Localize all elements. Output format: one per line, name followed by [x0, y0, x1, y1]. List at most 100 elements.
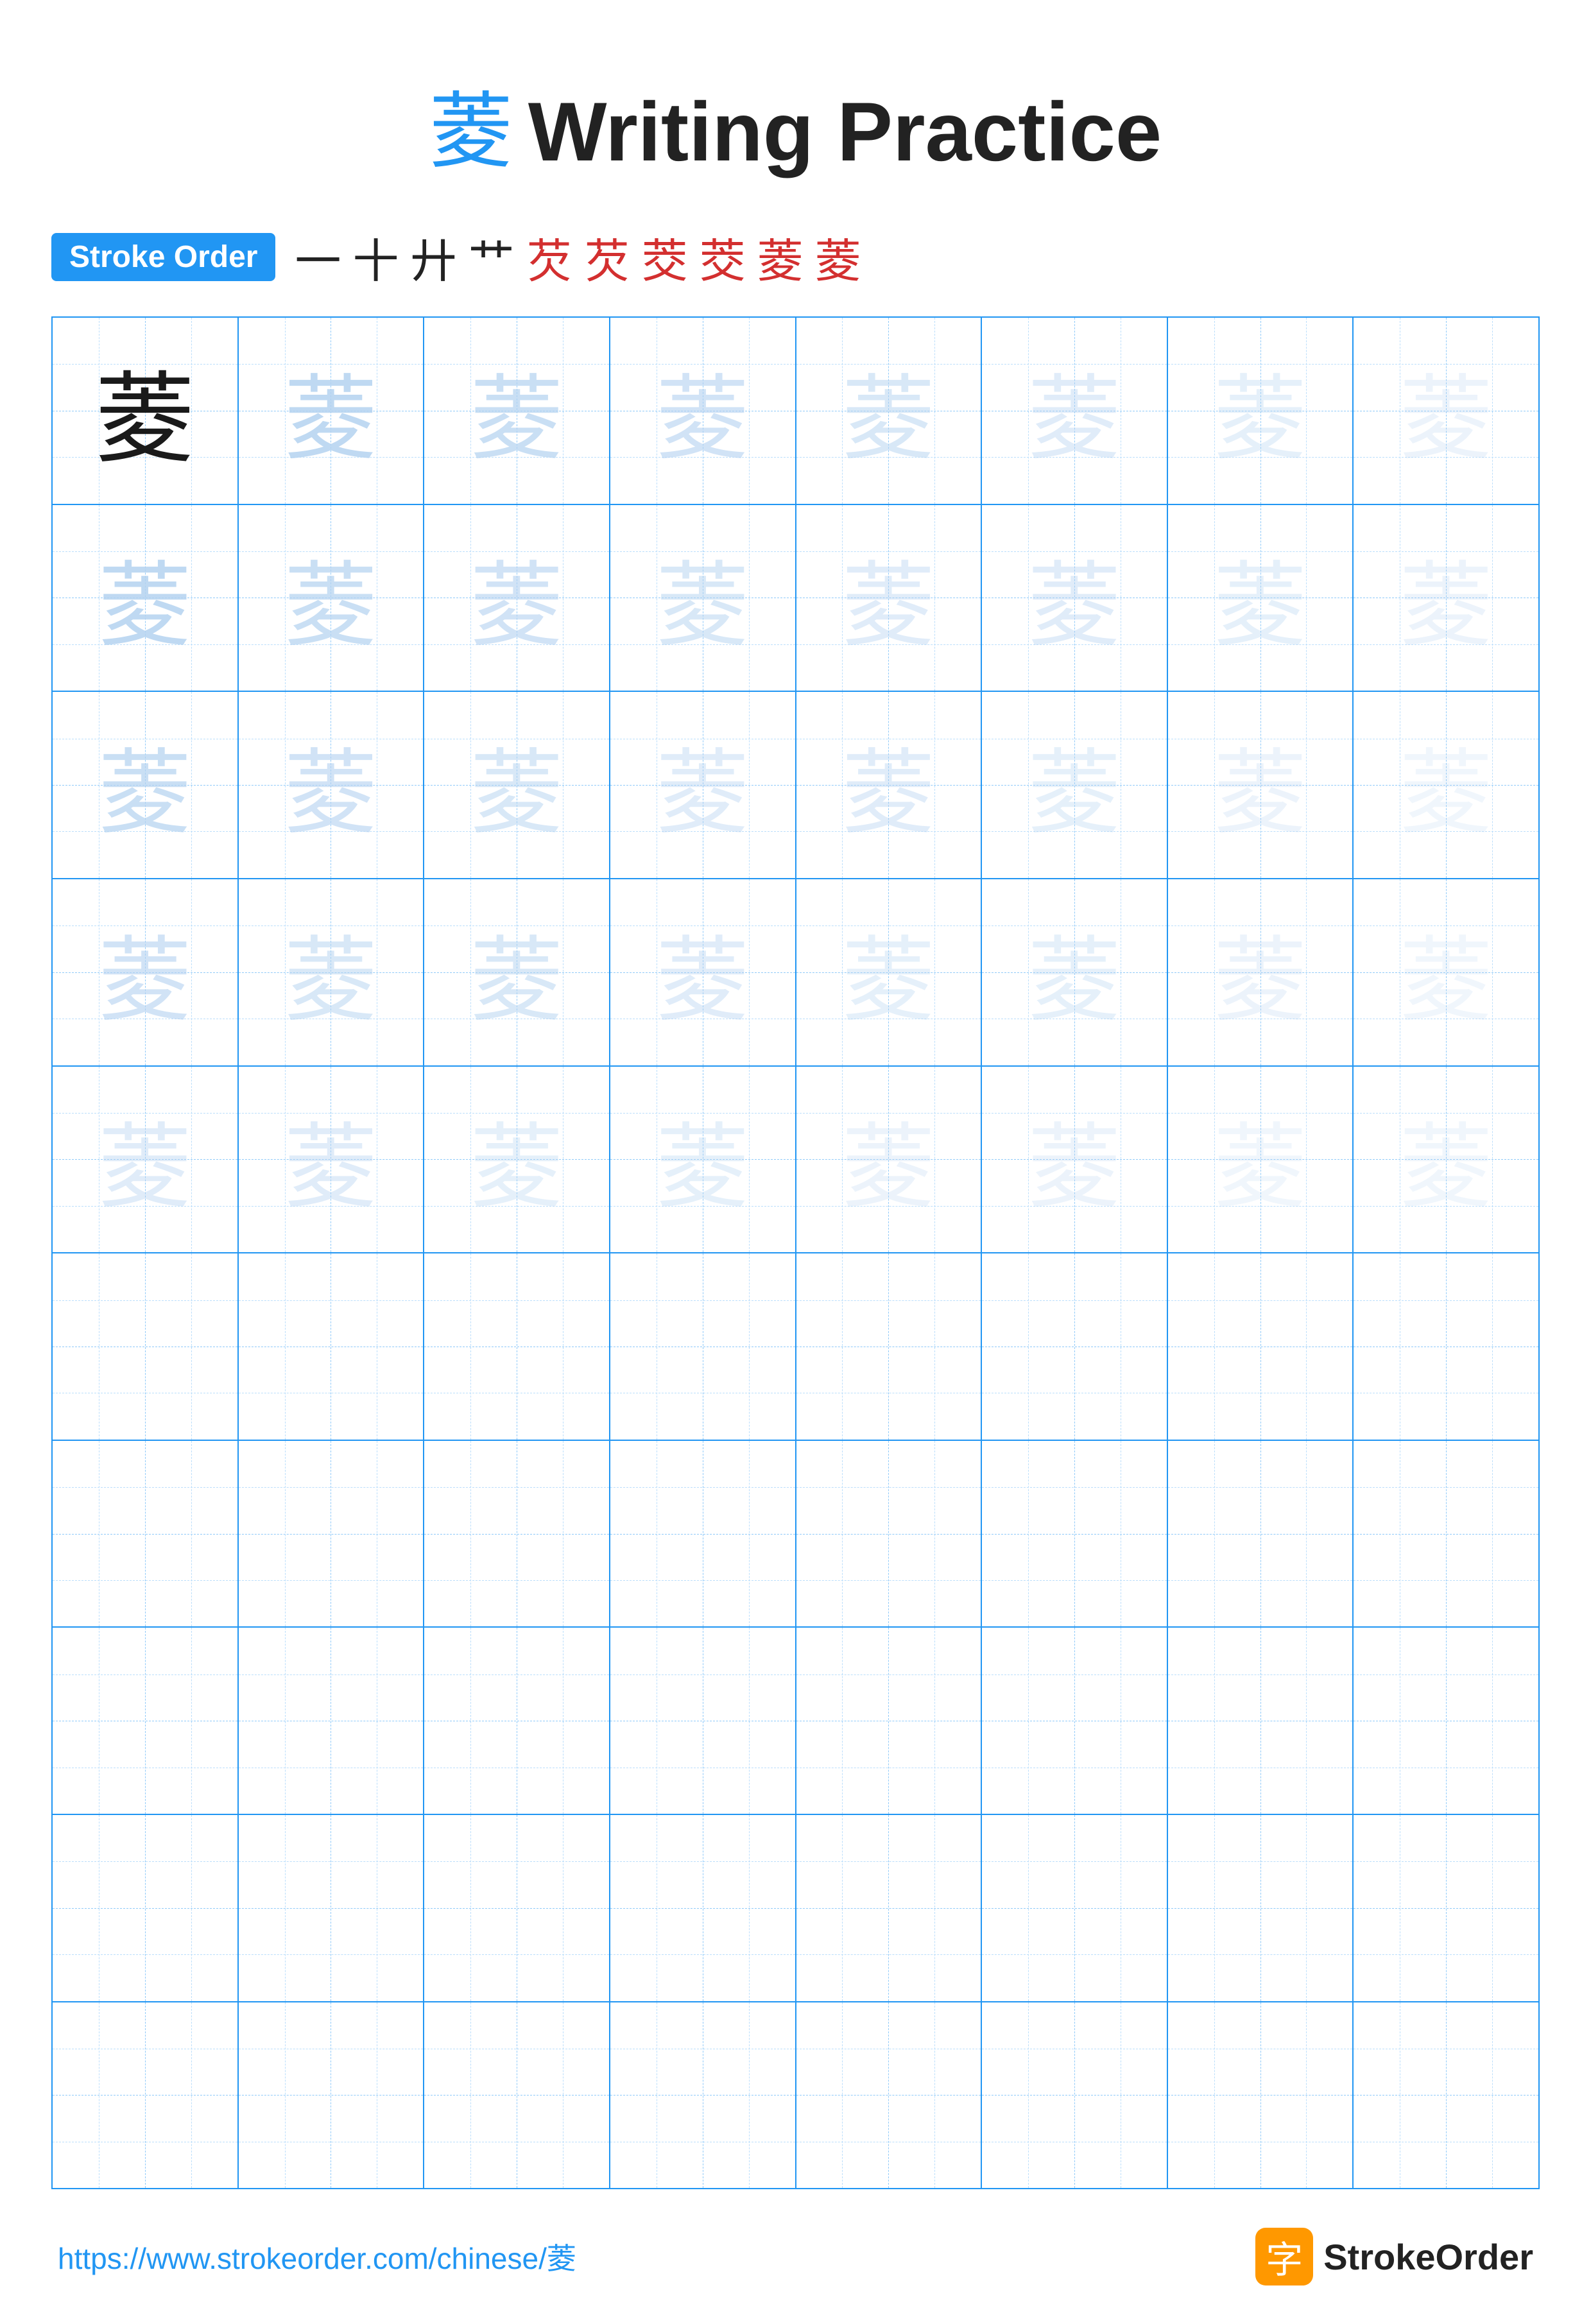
cell-10-6[interactable]	[982, 2002, 1168, 2189]
cell-2-7[interactable]: 菱	[1168, 505, 1354, 691]
cell-10-2[interactable]	[239, 2002, 425, 2189]
cell-6-4[interactable]	[610, 1253, 796, 1440]
cell-4-7[interactable]: 菱	[1168, 879, 1354, 1065]
cell-5-6[interactable]: 菱	[982, 1067, 1168, 1253]
cell-1-8[interactable]: 菱	[1354, 318, 1538, 504]
cell-4-1[interactable]: 菱	[53, 879, 239, 1065]
cell-2-1[interactable]: 菱	[53, 505, 239, 691]
char-fade: 菱	[1214, 718, 1307, 852]
cell-6-2[interactable]	[239, 1253, 425, 1440]
cell-9-5[interactable]	[796, 1815, 983, 2001]
cell-8-5[interactable]	[796, 1628, 983, 1814]
cell-8-3[interactable]	[424, 1628, 610, 1814]
cell-1-2[interactable]: 菱	[239, 318, 425, 504]
char-fade: 菱	[1214, 530, 1307, 665]
cell-10-5[interactable]	[796, 2002, 983, 2189]
cell-9-7[interactable]	[1168, 1815, 1354, 2001]
cell-4-4[interactable]: 菱	[610, 879, 796, 1065]
cell-10-1[interactable]	[53, 2002, 239, 2189]
cell-1-4[interactable]: 菱	[610, 318, 796, 504]
cell-5-3[interactable]: 菱	[424, 1067, 610, 1253]
cell-5-7[interactable]: 菱	[1168, 1067, 1354, 1253]
cell-8-2[interactable]	[239, 1628, 425, 1814]
cell-2-3[interactable]: 菱	[424, 505, 610, 691]
cell-5-4[interactable]: 菱	[610, 1067, 796, 1253]
cell-10-3[interactable]	[424, 2002, 610, 2189]
cell-6-6[interactable]	[982, 1253, 1168, 1440]
cell-9-3[interactable]	[424, 1815, 610, 2001]
cell-6-3[interactable]	[424, 1253, 610, 1440]
char-fade: 菱	[470, 343, 563, 478]
cell-1-6[interactable]: 菱	[982, 318, 1168, 504]
footer-url[interactable]: https://www.strokeorder.com/chinese/菱	[58, 2235, 576, 2278]
cell-9-2[interactable]	[239, 1815, 425, 2001]
cell-6-8[interactable]	[1354, 1253, 1538, 1440]
grid-row-3: 菱 菱 菱 菱 菱 菱 菱	[53, 692, 1538, 879]
cell-7-1[interactable]	[53, 1441, 239, 1627]
cell-8-1[interactable]	[53, 1628, 239, 1814]
cell-3-1[interactable]: 菱	[53, 692, 239, 878]
cell-7-3[interactable]	[424, 1441, 610, 1627]
cell-3-3[interactable]: 菱	[424, 692, 610, 878]
char-fade: 菱	[98, 905, 191, 1040]
cell-9-4[interactable]	[610, 1815, 796, 2001]
char-fade: 菱	[1400, 905, 1493, 1040]
title-chinese-char: 菱	[429, 87, 513, 179]
cell-7-7[interactable]	[1168, 1441, 1354, 1627]
cell-8-4[interactable]	[610, 1628, 796, 1814]
cell-4-3[interactable]: 菱	[424, 879, 610, 1065]
cell-9-6[interactable]	[982, 1815, 1168, 2001]
cell-6-1[interactable]	[53, 1253, 239, 1440]
cell-8-7[interactable]	[1168, 1628, 1354, 1814]
cell-5-8[interactable]: 菱	[1354, 1067, 1538, 1253]
cell-3-8[interactable]: 菱	[1354, 692, 1538, 878]
cell-7-6[interactable]	[982, 1441, 1168, 1627]
cell-5-2[interactable]: 菱	[239, 1067, 425, 1253]
cell-1-3[interactable]: 菱	[424, 318, 610, 504]
cell-4-2[interactable]: 菱	[239, 879, 425, 1065]
cell-7-8[interactable]	[1354, 1441, 1538, 1627]
cell-2-5[interactable]: 菱	[796, 505, 983, 691]
grid-row-6	[53, 1253, 1538, 1441]
cell-7-2[interactable]	[239, 1441, 425, 1627]
cell-9-1[interactable]	[53, 1815, 239, 2001]
char-fade: 菱	[470, 718, 563, 852]
char-fade: 菱	[284, 343, 377, 478]
cell-7-5[interactable]	[796, 1441, 983, 1627]
cell-9-8[interactable]	[1354, 1815, 1538, 2001]
cell-2-8[interactable]: 菱	[1354, 505, 1538, 691]
cell-3-7[interactable]: 菱	[1168, 692, 1354, 878]
cell-1-7[interactable]: 菱	[1168, 318, 1354, 504]
cell-2-2[interactable]: 菱	[239, 505, 425, 691]
cell-3-6[interactable]: 菱	[982, 692, 1168, 878]
char-fade: 菱	[1028, 718, 1121, 852]
char-fade: 菱	[1028, 1092, 1121, 1227]
stroke-order-row: Stroke Order 一 十 廾 艹 芡 芡 茭 茭 菱 菱	[51, 223, 1540, 291]
cell-8-8[interactable]	[1354, 1628, 1538, 1814]
brand-icon: 字	[1255, 2228, 1313, 2285]
title-area: 菱 Writing Practice	[51, 64, 1540, 185]
cell-3-4[interactable]: 菱	[610, 692, 796, 878]
cell-6-7[interactable]	[1168, 1253, 1354, 1440]
cell-7-4[interactable]	[610, 1441, 796, 1627]
cell-4-8[interactable]: 菱	[1354, 879, 1538, 1065]
cell-5-5[interactable]: 菱	[796, 1067, 983, 1253]
grid-row-1: 菱 菱 菱 菱 菱 菱 菱	[53, 318, 1538, 505]
cell-2-6[interactable]: 菱	[982, 505, 1168, 691]
cell-10-8[interactable]	[1354, 2002, 1538, 2189]
cell-3-2[interactable]: 菱	[239, 692, 425, 878]
cell-10-4[interactable]	[610, 2002, 796, 2189]
cell-8-6[interactable]	[982, 1628, 1168, 1814]
char-fade: 菱	[470, 905, 563, 1040]
cell-2-4[interactable]: 菱	[610, 505, 796, 691]
cell-5-1[interactable]: 菱	[53, 1067, 239, 1253]
cell-4-5[interactable]: 菱	[796, 879, 983, 1065]
cell-4-6[interactable]: 菱	[982, 879, 1168, 1065]
char-fade: 菱	[98, 718, 191, 852]
cell-1-1[interactable]: 菱	[53, 318, 239, 504]
char-fade: 菱	[1400, 530, 1493, 665]
cell-3-5[interactable]: 菱	[796, 692, 983, 878]
cell-1-5[interactable]: 菱	[796, 318, 983, 504]
cell-6-5[interactable]	[796, 1253, 983, 1440]
cell-10-7[interactable]	[1168, 2002, 1354, 2189]
